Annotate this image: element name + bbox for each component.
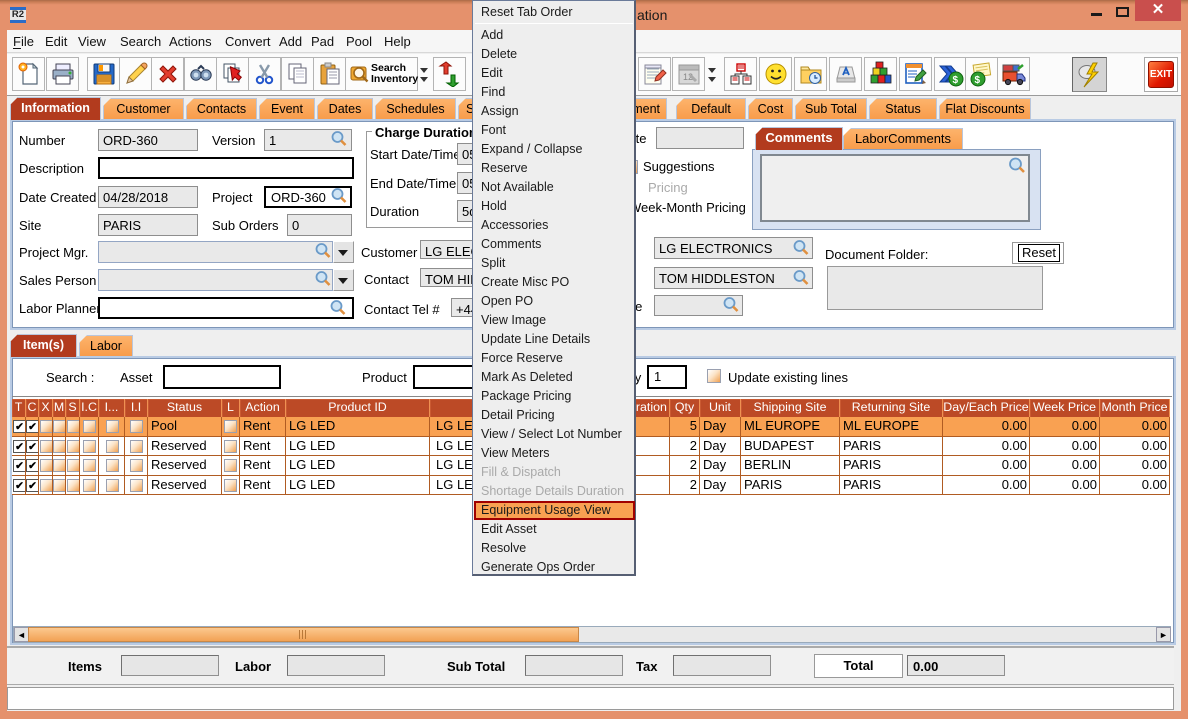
svg-text:$: $: [953, 75, 959, 86]
svg-text:$: $: [975, 75, 981, 86]
